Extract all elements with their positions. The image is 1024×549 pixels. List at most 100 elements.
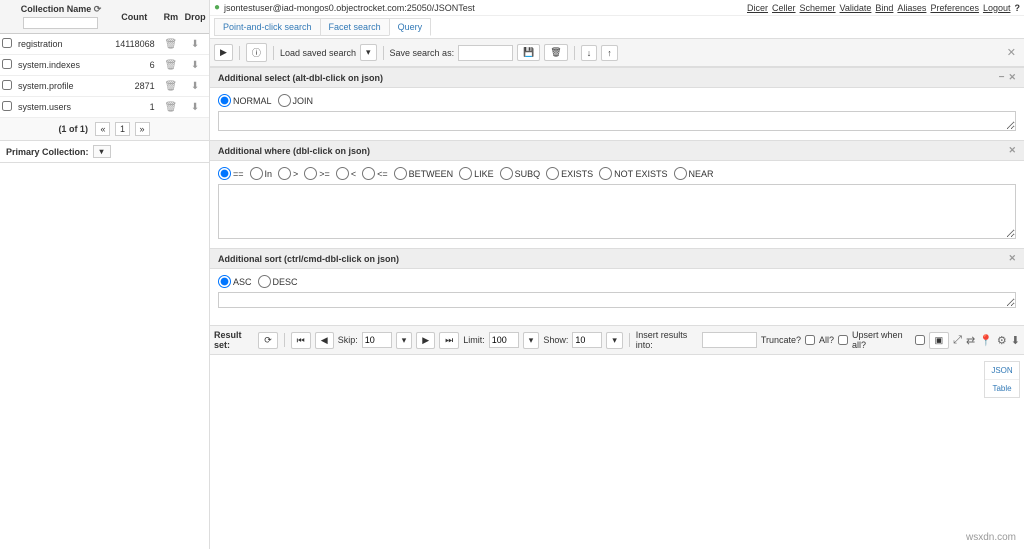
- save-button[interactable]: 💾: [517, 44, 540, 61]
- sort-textarea[interactable]: [218, 292, 1016, 308]
- tab-point-and-click[interactable]: Point-and-click search: [214, 18, 321, 36]
- expand-icon[interactable]: ⤢: [953, 334, 962, 347]
- insert-into-input[interactable]: [702, 332, 757, 348]
- next-result-button[interactable]: ▶: [416, 332, 435, 349]
- sort-down-button[interactable]: ↓: [581, 45, 598, 61]
- row-checkbox[interactable]: [2, 101, 12, 111]
- where-textarea[interactable]: [218, 184, 1016, 239]
- tab-query[interactable]: Query: [389, 18, 432, 36]
- show-input[interactable]: [572, 332, 602, 348]
- minimize-icon[interactable]: −: [999, 72, 1005, 83]
- trash-icon[interactable]: 🗑: [165, 60, 178, 71]
- execute-insert-button[interactable]: ▣: [929, 332, 950, 349]
- radio-gt[interactable]: >: [278, 167, 298, 180]
- save-search-input[interactable]: [458, 45, 513, 61]
- select-panel-header[interactable]: Additional select (alt-dbl-click on json…: [210, 67, 1024, 88]
- radio-eq[interactable]: ==: [218, 167, 244, 180]
- page-number[interactable]: 1: [115, 122, 130, 136]
- row-checkbox[interactable]: [2, 80, 12, 90]
- close-icon[interactable]: ✕: [1007, 46, 1020, 59]
- skip-dropdown[interactable]: ▾: [396, 332, 413, 349]
- collection-name[interactable]: system.profile: [14, 76, 108, 97]
- limit-dropdown[interactable]: ▾: [523, 332, 540, 349]
- upsert-checkbox[interactable]: [915, 335, 925, 345]
- last-page-button[interactable]: ⏭: [439, 332, 459, 349]
- trash-icon[interactable]: 🗑: [165, 39, 178, 50]
- col-count-header[interactable]: Count: [108, 0, 161, 34]
- col-name-header[interactable]: Collection Name ⟳: [14, 0, 108, 34]
- trash-icon[interactable]: 🗑: [165, 102, 178, 113]
- result-refresh-button[interactable]: ⟳: [258, 332, 278, 349]
- next-page-button[interactable]: »: [135, 122, 150, 136]
- topbar: ● jsontestuser@iad-mongos0.objectrocket.…: [210, 0, 1024, 16]
- delete-saved-button[interactable]: 🗑: [544, 44, 567, 61]
- all-checkbox[interactable]: [838, 335, 848, 345]
- radio-join[interactable]: JOIN: [278, 94, 314, 107]
- radio-normal[interactable]: NORMAL: [218, 94, 272, 107]
- download-icon[interactable]: ⬇: [191, 60, 199, 71]
- skip-input[interactable]: [362, 332, 392, 348]
- download-icon[interactable]: ⬇: [191, 81, 199, 92]
- primary-collection-dropdown[interactable]: ▾: [93, 145, 111, 158]
- refresh-icon[interactable]: ⟳: [94, 4, 102, 14]
- radio-near[interactable]: NEAR: [674, 167, 714, 180]
- pin-icon[interactable]: 📍: [979, 334, 993, 347]
- tab-facet-search[interactable]: Facet search: [320, 18, 390, 36]
- collection-name[interactable]: system.indexes: [14, 55, 108, 76]
- radio-gte[interactable]: >=: [304, 167, 330, 180]
- view-tab-table[interactable]: Table: [985, 380, 1019, 397]
- load-saved-dropdown[interactable]: ▾: [360, 44, 377, 61]
- help-icon[interactable]: ?: [1015, 3, 1021, 13]
- gear-icon[interactable]: ⚙: [997, 334, 1007, 347]
- radio-exists[interactable]: EXISTS: [546, 167, 593, 180]
- trash-icon[interactable]: 🗑: [165, 81, 178, 92]
- nav-logout[interactable]: Logout: [983, 3, 1011, 13]
- row-checkbox[interactable]: [2, 38, 12, 48]
- nav-dicer[interactable]: Dicer: [747, 3, 768, 13]
- link-icon[interactable]: ⇄: [966, 334, 975, 347]
- close-panel-icon[interactable]: ✕: [1008, 253, 1016, 264]
- prev-result-button[interactable]: ◀: [315, 332, 334, 349]
- first-page-button[interactable]: ⏮: [291, 332, 311, 349]
- select-textarea[interactable]: [218, 111, 1016, 131]
- nav-preferences[interactable]: Preferences: [930, 3, 979, 13]
- insert-into-label: Insert results into:: [636, 330, 698, 350]
- radio-like[interactable]: LIKE: [459, 167, 494, 180]
- view-tab-json[interactable]: JSON: [985, 362, 1019, 380]
- nav-bind[interactable]: Bind: [875, 3, 893, 13]
- download-icon[interactable]: ⬇: [191, 39, 199, 50]
- download-results-icon[interactable]: ⬇: [1011, 334, 1020, 347]
- close-panel-icon[interactable]: ✕: [1008, 145, 1016, 156]
- sort-panel-header[interactable]: Additional sort (ctrl/cmd-dbl-click on j…: [210, 248, 1024, 269]
- table-row[interactable]: system.indexes 6 🗑 ⬇: [0, 55, 209, 76]
- radio-between[interactable]: BETWEEN: [394, 167, 454, 180]
- radio-notexists[interactable]: NOT EXISTS: [599, 167, 667, 180]
- sort-up-button[interactable]: ↑: [601, 45, 618, 61]
- nav-validate[interactable]: Validate: [840, 3, 872, 13]
- run-button[interactable]: ▶: [214, 44, 233, 61]
- nav-celler[interactable]: Celler: [772, 3, 796, 13]
- info-button[interactable]: ⓘ: [246, 43, 267, 62]
- close-panel-icon[interactable]: ✕: [1008, 72, 1016, 83]
- radio-lt[interactable]: <: [336, 167, 356, 180]
- prev-page-button[interactable]: «: [95, 122, 110, 136]
- download-icon[interactable]: ⬇: [191, 102, 199, 113]
- nav-aliases[interactable]: Aliases: [897, 3, 926, 13]
- truncate-checkbox[interactable]: [805, 335, 815, 345]
- where-panel-header[interactable]: Additional where (dbl-click on json) ✕: [210, 140, 1024, 161]
- table-row[interactable]: system.users 1 🗑 ⬇: [0, 97, 209, 118]
- show-dropdown[interactable]: ▾: [606, 332, 623, 349]
- collection-name[interactable]: registration: [14, 34, 108, 55]
- radio-asc[interactable]: ASC: [218, 275, 252, 288]
- table-row[interactable]: system.profile 2871 🗑 ⬇: [0, 76, 209, 97]
- radio-lte[interactable]: <=: [362, 167, 388, 180]
- limit-input[interactable]: [489, 332, 519, 348]
- collection-name[interactable]: system.users: [14, 97, 108, 118]
- radio-desc[interactable]: DESC: [258, 275, 298, 288]
- table-row[interactable]: registration 14118068 🗑 ⬇: [0, 34, 209, 55]
- radio-subq[interactable]: SUBQ: [500, 167, 541, 180]
- collection-filter-input[interactable]: [23, 17, 98, 29]
- radio-in[interactable]: In: [250, 167, 273, 180]
- row-checkbox[interactable]: [2, 59, 12, 69]
- nav-schemer[interactable]: Schemer: [800, 3, 836, 13]
